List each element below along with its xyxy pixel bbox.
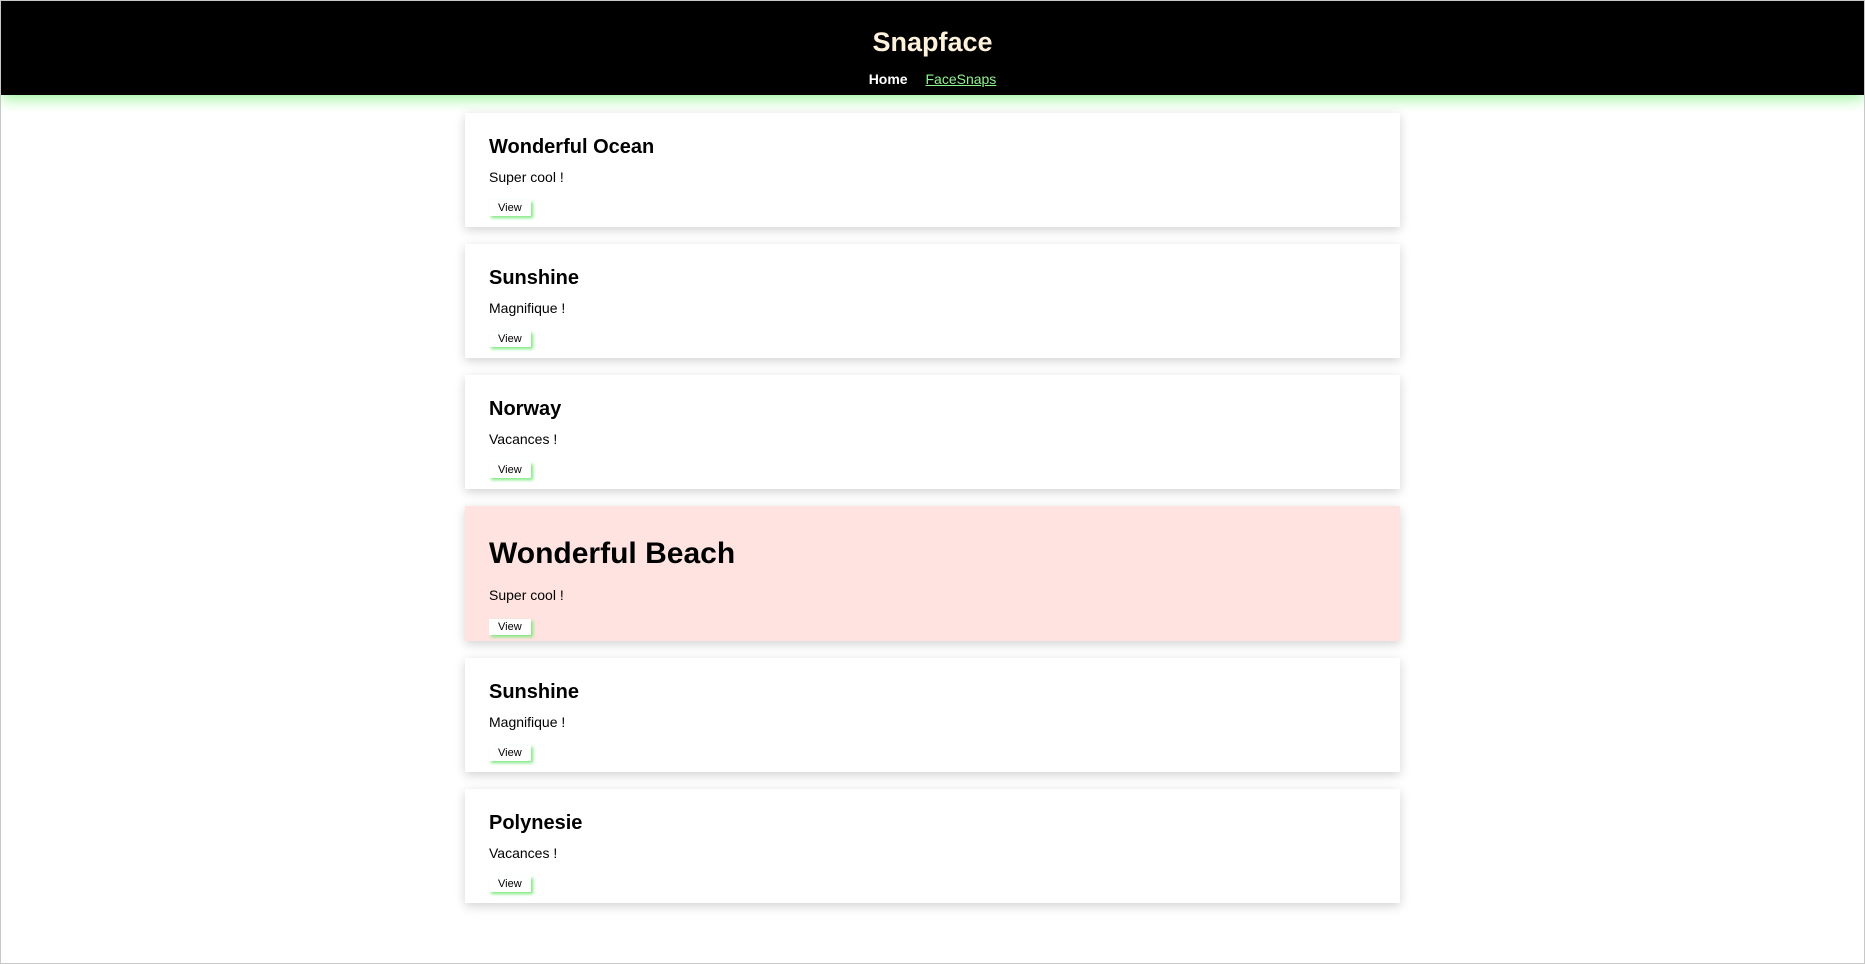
nav-link-home[interactable]: Home	[869, 71, 908, 87]
browser-viewport: Snapface Home FaceSnaps Wonderful Ocean …	[0, 0, 1865, 964]
view-button[interactable]: View	[489, 200, 531, 216]
facesnap-description: Super cool !	[489, 169, 564, 185]
app-title: Snapface	[872, 27, 993, 57]
nav-link-facesnaps[interactable]: FaceSnaps	[925, 71, 996, 87]
facesnap-list: Wonderful Ocean Super cool ! View Sunshi…	[465, 113, 1400, 903]
facesnap-description: Vacances !	[489, 845, 558, 861]
facesnap-description: Magnifique !	[489, 714, 566, 730]
facesnap-card: Norway Vacances ! View	[465, 375, 1400, 489]
facesnap-title: Polynesie	[489, 812, 583, 834]
view-button[interactable]: View	[489, 619, 531, 635]
facesnap-title: Norway	[489, 398, 562, 420]
facesnap-description: Super cool !	[489, 587, 564, 603]
facesnap-description: Vacances !	[489, 431, 558, 447]
view-button[interactable]: View	[489, 462, 531, 478]
view-button[interactable]: View	[489, 876, 531, 892]
facesnap-card: Polynesie Vacances ! View	[465, 789, 1400, 903]
view-button[interactable]: View	[489, 745, 531, 761]
facesnap-description: Magnifique !	[489, 300, 566, 316]
view-button[interactable]: View	[489, 331, 531, 347]
facesnap-title: Wonderful Ocean	[489, 136, 655, 158]
app-header: Snapface Home FaceSnaps	[1, 1, 1864, 95]
facesnap-card-highlighted: Wonderful Beach Super cool ! View	[465, 506, 1400, 641]
facesnap-title: Sunshine	[489, 681, 580, 703]
facesnap-title: Sunshine	[489, 267, 580, 289]
facesnap-card: Sunshine Magnifique ! View	[465, 244, 1400, 358]
main-nav: Home FaceSnaps	[1, 71, 1864, 87]
facesnap-card: Wonderful Ocean Super cool ! View	[465, 113, 1400, 227]
facesnap-card: Sunshine Magnifique ! View	[465, 658, 1400, 772]
facesnap-title: Wonderful Beach	[489, 537, 736, 570]
